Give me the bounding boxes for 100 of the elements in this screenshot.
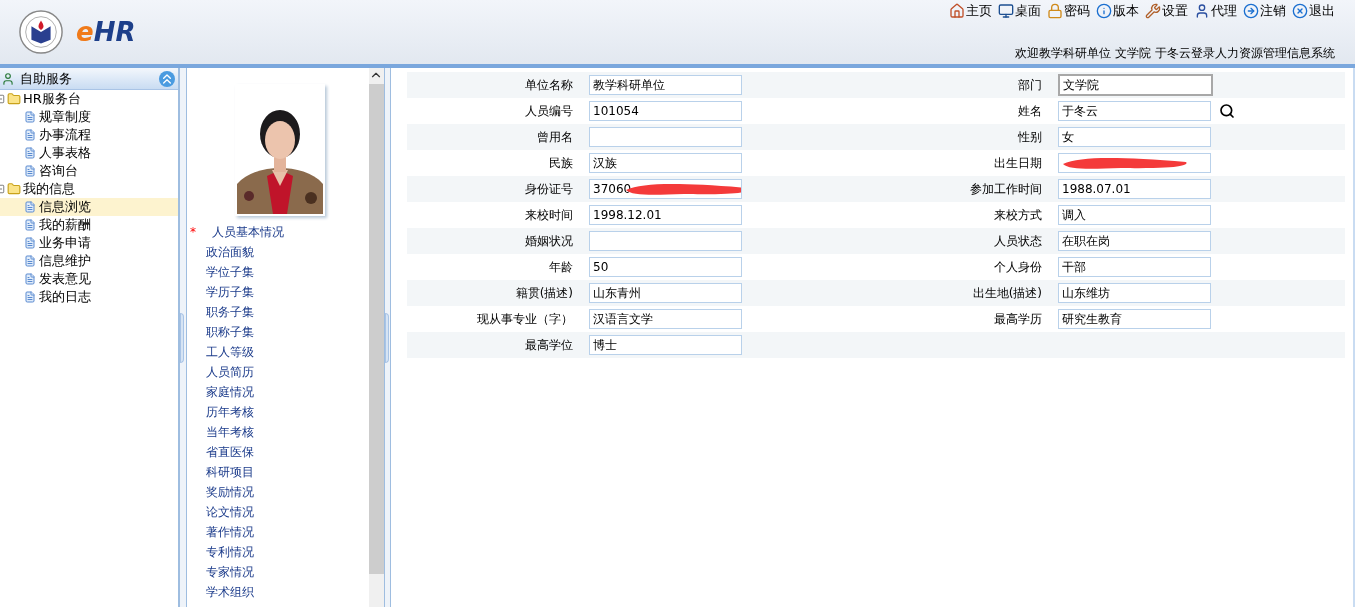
info-icon <box>1096 3 1112 19</box>
tree-item[interactable]: HR服务台 <box>23 89 81 109</box>
toolbar-button[interactable]: 代理 <box>1194 1 1237 21</box>
logo-text: eHR <box>76 15 136 49</box>
subset-link[interactable]: 专利情况 <box>206 543 254 561</box>
field-label: 部门 <box>1017 77 1043 94</box>
document-icon <box>24 146 36 160</box>
subset-link[interactable]: 职务子集 <box>206 303 254 321</box>
subset-link[interactable]: 学历子集 <box>206 283 254 301</box>
input-field[interactable] <box>1058 153 1211 173</box>
logo-icon <box>18 9 64 55</box>
field-label: 人员状态 <box>993 233 1043 250</box>
tree-item[interactable]: 咨询台 <box>0 162 178 180</box>
subset-link[interactable]: 省直医保 <box>206 443 254 461</box>
input-field[interactable]: 调入 <box>1058 205 1211 225</box>
tree-item[interactable]: 信息维护 <box>0 252 178 270</box>
sidebar-title: 自助服务 <box>20 69 73 88</box>
person-icon <box>1 70 15 87</box>
input-field[interactable]: 山东青州 <box>589 283 742 303</box>
input-field[interactable]: 1988.07.01 <box>1058 179 1211 199</box>
tree-item[interactable]: 办事流程 <box>0 126 178 144</box>
document-icon <box>24 164 36 178</box>
field-label: 最高学历 <box>993 311 1043 328</box>
subset-link[interactable]: 历年考核 <box>206 403 254 421</box>
subset-link[interactable]: 人员简历 <box>206 363 254 381</box>
input-field[interactable]: 于冬云 <box>1058 101 1211 121</box>
field-label: 民族 <box>548 155 574 172</box>
subset-link[interactable]: 当年考核 <box>206 423 254 441</box>
input-field[interactable]: 文学院 <box>1058 74 1213 96</box>
field-label: 身份证号 <box>524 181 574 198</box>
input-field[interactable] <box>589 127 742 147</box>
input-field[interactable]: 研究生教育 <box>1058 309 1211 329</box>
toolbar-button[interactable]: 版本 <box>1096 1 1139 21</box>
subset-link[interactable]: 职称子集 <box>206 323 254 341</box>
tree-item[interactable]: 我的信息 <box>23 179 75 199</box>
subset-link[interactable]: 学术组织 <box>206 583 254 601</box>
input-field[interactable]: 博士 <box>589 335 742 355</box>
subset-link[interactable]: 著作情况 <box>206 523 254 541</box>
toolbar-button[interactable]: 桌面 <box>998 1 1041 21</box>
input-field[interactable]: 1998.12.01 <box>589 205 742 225</box>
tree-item[interactable]: 我的薪酬 <box>0 216 178 234</box>
field-label: 出生地(描述) <box>971 285 1043 302</box>
tree-item[interactable]: 我的日志 <box>0 288 178 306</box>
scrollbar[interactable] <box>369 68 384 607</box>
document-icon <box>24 236 36 250</box>
input-field[interactable]: 37060 <box>589 179 742 199</box>
toolbar-button[interactable]: 主页 <box>949 1 992 21</box>
field-label: 现从事专业（字） <box>476 311 574 328</box>
input-field[interactable]: 女 <box>1058 127 1211 147</box>
subset-link[interactable]: 学位子集 <box>206 263 254 281</box>
input-field[interactable]: 在职在岗 <box>1058 231 1211 251</box>
input-field[interactable]: 汉语言文学 <box>589 309 742 329</box>
document-icon <box>24 272 36 286</box>
user-icon <box>1194 3 1210 19</box>
subset-link[interactable]: 论文情况 <box>206 503 254 521</box>
field-label: 姓名 <box>1017 103 1043 120</box>
field-label: 出生日期 <box>993 155 1043 172</box>
field-label: 来校时间 <box>524 207 574 224</box>
field-label: 个人身份 <box>993 259 1043 276</box>
field-label: 婚姻状况 <box>524 233 574 250</box>
document-icon <box>24 290 36 304</box>
home-icon <box>949 3 965 19</box>
toolbar-button[interactable]: 注销 <box>1243 1 1286 21</box>
input-field[interactable]: 干部 <box>1058 257 1211 277</box>
tree-item[interactable]: 人事表格 <box>0 144 178 162</box>
subset-link[interactable]: 科研项目 <box>206 463 254 481</box>
toolbar-button[interactable]: 密码 <box>1047 1 1090 21</box>
collapse-icon[interactable] <box>159 70 175 87</box>
field-label: 性别 <box>1017 129 1043 146</box>
input-field[interactable]: 50 <box>589 257 742 277</box>
folder-icon <box>6 182 22 196</box>
toolbar-button[interactable]: 退出 <box>1292 1 1335 21</box>
document-icon <box>24 200 36 214</box>
subset-link[interactable]: 人员基本情况 <box>206 223 284 241</box>
field-label: 年龄 <box>548 259 574 276</box>
search-icon[interactable] <box>1219 103 1235 119</box>
field-label: 曾用名 <box>536 129 574 146</box>
tree-item[interactable]: 规章制度 <box>0 108 178 126</box>
wrench-icon <box>1145 3 1161 19</box>
tree-item[interactable]: 信息浏览 <box>0 198 178 216</box>
welcome-text: 欢迎教学科研单位 文学院 于冬云登录人力资源管理信息系统 <box>1015 45 1335 62</box>
input-field[interactable]: 101054 <box>589 101 742 121</box>
field-label: 人员编号 <box>524 103 574 120</box>
subset-link[interactable]: 家庭情况 <box>206 383 254 401</box>
input-field[interactable]: 山东维坊 <box>1058 283 1211 303</box>
splitter-handle[interactable] <box>180 312 184 363</box>
input-field[interactable]: 教学科研单位 <box>589 75 742 95</box>
input-field[interactable]: 汉族 <box>589 153 742 173</box>
tree-item[interactable]: 发表意见 <box>0 270 178 288</box>
arrow-right-icon <box>1243 3 1259 19</box>
tree-item[interactable]: 业务申请 <box>0 234 178 252</box>
document-icon <box>24 110 36 124</box>
subset-link[interactable]: 工人等级 <box>206 343 254 361</box>
toolbar-button[interactable]: 设置 <box>1145 1 1188 21</box>
subset-link[interactable]: 专家情况 <box>206 563 254 581</box>
folder-icon <box>6 92 22 106</box>
subset-link[interactable]: 政治面貌 <box>206 243 254 261</box>
splitter-handle[interactable] <box>385 312 389 363</box>
subset-link[interactable]: 奖励情况 <box>206 483 254 501</box>
input-field[interactable] <box>589 231 742 251</box>
